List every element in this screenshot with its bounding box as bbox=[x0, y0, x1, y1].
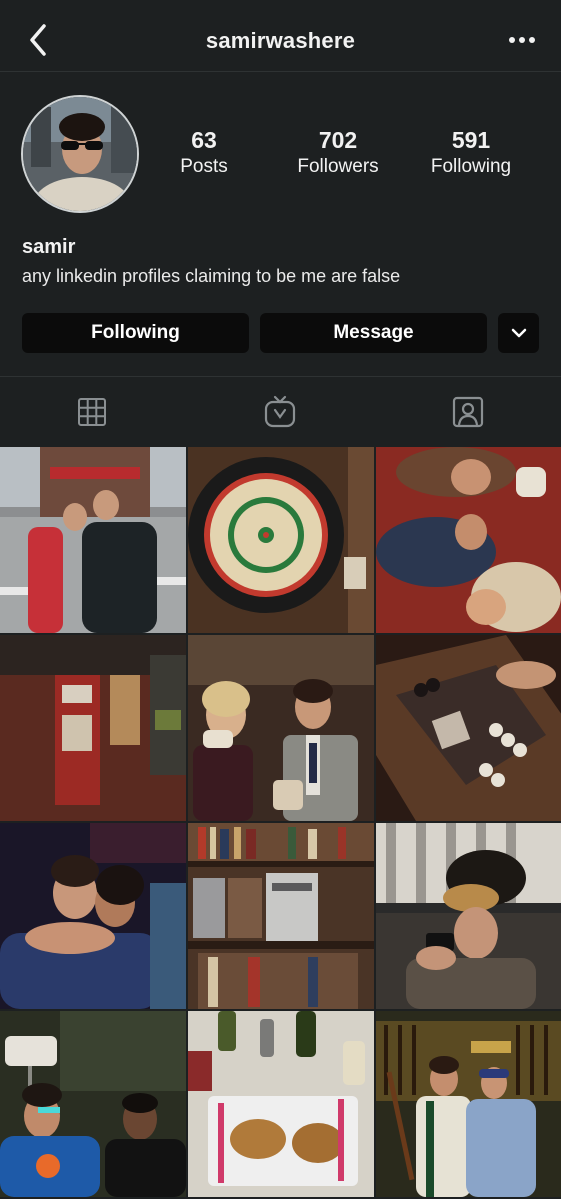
plush-dog-on-head-image bbox=[376, 823, 561, 1009]
more-options-button[interactable] bbox=[507, 28, 537, 52]
ellipsis-icon bbox=[509, 37, 535, 43]
avatar-image bbox=[23, 97, 137, 211]
post-thumbnail-couch[interactable] bbox=[376, 447, 561, 633]
post-thumbnail-backgammon[interactable] bbox=[376, 635, 561, 821]
post-thumbnail-grilled-cheese[interactable] bbox=[188, 1011, 374, 1197]
followers-count-value: 702 bbox=[318, 127, 358, 153]
grid-icon bbox=[78, 398, 106, 426]
tab-igtv[interactable] bbox=[263, 395, 297, 429]
top-bar: samirwashere bbox=[0, 0, 561, 72]
tagged-user-icon bbox=[452, 396, 484, 428]
posts-count[interactable]: 63 Posts bbox=[139, 126, 269, 180]
posts-count-value: 63 bbox=[191, 127, 217, 153]
chevron-down-icon bbox=[511, 328, 526, 338]
message-button[interactable]: Message bbox=[260, 313, 487, 353]
backgammon-image bbox=[376, 635, 561, 821]
post-thumbnail-knicks[interactable] bbox=[0, 1011, 186, 1197]
posts-count-label: Posts bbox=[180, 156, 228, 177]
avatar[interactable] bbox=[21, 95, 139, 213]
street-photo-image bbox=[0, 447, 186, 633]
post-thumbnail-brick-wall[interactable] bbox=[0, 635, 186, 821]
tab-posts-grid[interactable] bbox=[75, 395, 109, 429]
following-count[interactable]: 591 Following bbox=[406, 126, 536, 180]
igtv-icon bbox=[264, 395, 296, 428]
shop-with-rifles-image bbox=[376, 1011, 561, 1197]
post-thumbnail-street[interactable] bbox=[0, 447, 186, 633]
post-thumbnail-plush-dog[interactable] bbox=[376, 823, 561, 1009]
friends-knicks-shirt-image bbox=[0, 1011, 186, 1197]
friends-eating-image bbox=[188, 635, 374, 821]
suggested-accounts-button[interactable] bbox=[498, 313, 539, 353]
bio-text: any linkedin profiles claiming to be me … bbox=[22, 266, 401, 286]
post-thumbnail-dartboard[interactable] bbox=[188, 447, 374, 633]
post-thumbnail-bookshelf[interactable] bbox=[188, 823, 374, 1009]
display-name: samir bbox=[22, 236, 76, 258]
post-thumbnail-hug[interactable] bbox=[0, 823, 186, 1009]
dartboard-image bbox=[188, 447, 374, 633]
following-button[interactable]: Following bbox=[22, 313, 249, 353]
post-thumbnail-rifles[interactable] bbox=[376, 1011, 561, 1197]
following-count-label: Following bbox=[430, 156, 512, 177]
post-thumbnail-eating[interactable] bbox=[188, 635, 374, 821]
profile-tabs bbox=[0, 376, 561, 446]
brick-wall-image bbox=[0, 635, 186, 821]
grilled-cheese-image bbox=[188, 1011, 374, 1197]
followers-count[interactable]: 702 Followers bbox=[273, 126, 403, 180]
following-count-value: 591 bbox=[451, 127, 491, 153]
friends-on-couch-image bbox=[376, 447, 561, 633]
hug-at-party-image bbox=[0, 823, 186, 1009]
bookshelf-stereo-image bbox=[188, 823, 374, 1009]
followers-count-label: Followers bbox=[297, 156, 379, 177]
tab-tagged[interactable] bbox=[451, 395, 485, 429]
profile-username-title: samirwashere bbox=[205, 28, 356, 53]
